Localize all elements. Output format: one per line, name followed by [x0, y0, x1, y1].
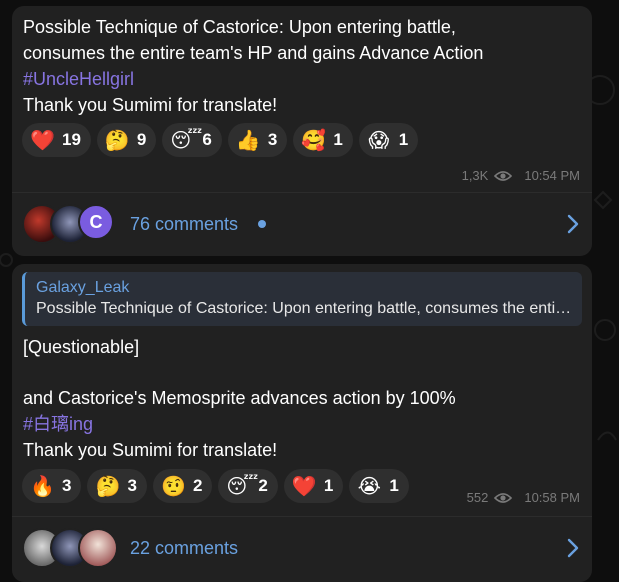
comments-button[interactable]: C 76 comments [12, 194, 592, 254]
post-time: 10:54 PM [524, 168, 580, 183]
chevron-right-icon [567, 214, 579, 234]
fire-icon: 🔥 [30, 475, 55, 498]
thinking-face-icon: 🤔 [104, 129, 130, 152]
reactions-bar: ❤️ 19 🤔 9 😴 6 👍 3 🥰 1 😱 1 [22, 123, 419, 157]
quote-author: Galaxy_Leak [36, 279, 130, 296]
reaction-chip[interactable]: 🤨 2 [152, 469, 213, 503]
comments-count-label: 22 comments [130, 537, 239, 558]
reply-quote[interactable]: Galaxy_Leak Possible Technique of Castor… [22, 272, 582, 326]
comments-button[interactable]: 22 comments [12, 518, 592, 578]
reaction-chip[interactable]: 😱 1 [358, 123, 419, 157]
post-text-line: Possible Technique of Castorice: Upon en… [23, 17, 456, 37]
reaction-count: 3 [127, 476, 137, 495]
avatar-initial: C [89, 211, 103, 232]
reaction-count: 9 [136, 130, 147, 149]
divider [12, 516, 592, 517]
post-time: 10:58 PM [524, 490, 580, 505]
reaction-count: 1 [323, 476, 334, 495]
eye-icon [494, 170, 513, 181]
reaction-chip[interactable]: 😴 2 [218, 469, 278, 503]
reaction-count: 1 [398, 130, 409, 149]
post-text-line: Thank you Sumimi for translate! [23, 440, 278, 460]
reactions-bar: 🔥 3 🤔 3 🤨 2 😴 2 ❤️ 1 😭 1 [22, 469, 409, 503]
divider [12, 192, 592, 193]
thumbs-up-icon: 👍 [235, 129, 261, 152]
avatar: C [78, 204, 114, 240]
view-count: 552 [466, 490, 489, 505]
eye-icon [494, 492, 513, 503]
post-meta: 552 10:58 PM [467, 490, 580, 505]
heart-icon: ❤️ [291, 475, 317, 498]
post-text-line: consumes the entire team's HP and gains … [23, 43, 484, 63]
reaction-count: 6 [202, 130, 212, 149]
reaction-chip[interactable]: 🤔 9 [96, 123, 157, 157]
reaction-count: 2 [258, 476, 268, 495]
reaction-chip[interactable]: ❤️ 19 [22, 123, 91, 157]
post-text-line: and Castorice's Memosprite advances acti… [23, 388, 456, 408]
raised-eyebrow-face-icon: 🤨 [160, 475, 186, 498]
reaction-chip[interactable]: 😴 6 [162, 123, 222, 157]
sleeping-face-icon: 😴 [226, 475, 259, 498]
reaction-count: 3 [267, 130, 278, 149]
quote-text: Possible Technique of Castorice: Upon en… [36, 300, 574, 317]
screaming-face-icon: 😱 [368, 129, 390, 152]
chevron-right-icon [567, 538, 579, 558]
sleeping-face-icon: 😴 [170, 129, 203, 152]
view-count: 1,3K [461, 168, 489, 183]
reaction-chip[interactable]: 🤔 3 [87, 469, 147, 503]
reaction-chip[interactable]: ❤️ 1 [283, 469, 344, 503]
post-text-line: [Questionable] [23, 337, 140, 357]
reaction-chip[interactable]: 👍 3 [227, 123, 288, 157]
post-text-line: Thank you Sumimi for translate! [23, 95, 278, 115]
smiling-face-hearts-icon: 🥰 [301, 129, 327, 152]
reaction-chip[interactable]: 🥰 1 [293, 123, 353, 157]
avatar [78, 528, 118, 568]
reaction-count: 1 [333, 130, 343, 149]
reaction-chip[interactable]: 😭 1 [349, 469, 409, 503]
comments-count-label: 76 comments [130, 213, 239, 234]
unread-dot [258, 220, 267, 228]
reaction-count: 19 [62, 130, 81, 149]
channel-post: Possible Technique of Castorice: Upon en… [12, 6, 592, 256]
commenter-avatars: C [22, 204, 122, 244]
reaction-count: 3 [62, 476, 72, 495]
crying-face-icon: 😭 [357, 475, 382, 498]
hashtag-link[interactable]: #UncleHellgirl [23, 66, 134, 92]
heart-icon: ❤️ [30, 129, 55, 152]
reaction-count: 2 [192, 476, 203, 495]
commenter-avatars [22, 528, 122, 568]
thinking-face-icon: 🤔 [95, 475, 121, 498]
hashtag-link[interactable]: #白璃ing [23, 411, 93, 437]
reaction-chip[interactable]: 🔥 3 [22, 469, 82, 503]
post-meta: 1,3K 10:54 PM [462, 168, 580, 183]
channel-post: Galaxy_Leak Possible Technique of Castor… [12, 264, 592, 582]
reaction-count: 1 [389, 476, 399, 495]
